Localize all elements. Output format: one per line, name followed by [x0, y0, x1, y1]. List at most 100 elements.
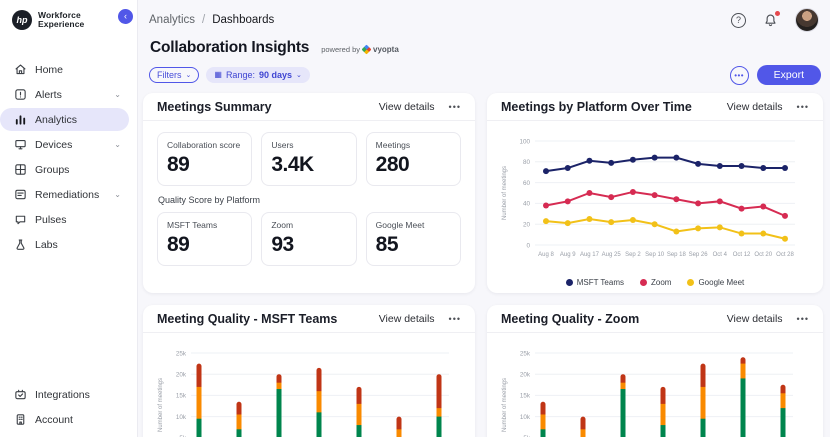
- svg-text:Number of meetings: Number of meetings: [502, 378, 508, 432]
- sidebar-item-label: Labs: [35, 238, 58, 251]
- view-details-link[interactable]: View details: [379, 101, 435, 113]
- filters-chip[interactable]: Filters ⌄: [149, 67, 200, 83]
- export-button[interactable]: Export: [756, 65, 821, 85]
- svg-text:60: 60: [523, 180, 531, 187]
- svg-text:Number of meetings: Number of meetings: [502, 166, 508, 220]
- card-menu-icon[interactable]: •••: [449, 314, 461, 324]
- card-menu-icon[interactable]: •••: [797, 102, 809, 112]
- breadcrumb-dashboards: Dashboards: [212, 14, 275, 26]
- card-title: Meeting Quality - Zoom: [501, 311, 640, 326]
- topbar-icons: ?: [731, 8, 819, 32]
- card-header: Meetings by Platform Over Time View deta…: [487, 93, 823, 121]
- legend-dot-icon: [687, 279, 695, 286]
- sidebar-collapse-button[interactable]: ‹: [118, 9, 133, 24]
- svg-text:Oct 28: Oct 28: [776, 252, 794, 258]
- svg-text:20: 20: [523, 222, 531, 229]
- card-header: Meeting Quality - MSFT Teams View detail…: [143, 305, 475, 333]
- notification-dot: [775, 10, 780, 16]
- breadcrumb-separator: /: [202, 14, 206, 26]
- card-header: Meetings Summary View details •••: [143, 93, 475, 121]
- sidebar-item-label: Analytics: [35, 113, 78, 126]
- card-platform-over-time: Meetings by Platform Over Time View deta…: [487, 93, 823, 293]
- card-meetings-summary: Meetings Summary View details ••• Collab…: [143, 93, 475, 293]
- sidebar-item-label: Home: [35, 63, 64, 76]
- stat-tile-msft-teams: MSFT Teams 89: [157, 212, 253, 266]
- sidebar-item-groups[interactable]: Groups: [0, 158, 129, 181]
- card-title: Meetings by Platform Over Time: [501, 99, 692, 114]
- sidebar-item-remediations[interactable]: Remediations ⌄: [0, 183, 129, 206]
- sidebar-item-account[interactable]: Account: [0, 408, 129, 431]
- svg-text:15k: 15k: [176, 393, 187, 400]
- integrations-icon: [14, 388, 27, 401]
- svg-text:Aug 17: Aug 17: [580, 252, 600, 258]
- legend-item: MSFT Teams: [565, 278, 624, 287]
- card-menu-icon[interactable]: •••: [797, 314, 809, 324]
- alert-square-icon: [14, 88, 27, 101]
- svg-text:Sep 10: Sep 10: [645, 252, 665, 258]
- avatar[interactable]: [795, 8, 819, 32]
- bar-chart-icon: [14, 113, 27, 126]
- vyopta-brand: vyopta: [373, 45, 399, 54]
- svg-text:Aug 8: Aug 8: [538, 252, 554, 258]
- sidebar-nav: Home Alerts ⌄ Analytics Devices ⌄ Groups…: [0, 58, 137, 256]
- chart-legend: MSFT Teams Zoom Google Meet: [499, 278, 811, 287]
- view-details-link[interactable]: View details: [727, 313, 783, 325]
- dashboard-grid: Meetings Summary View details ••• Collab…: [143, 93, 823, 437]
- view-details-link[interactable]: View details: [379, 313, 435, 325]
- sidebar-item-label: Pulses: [35, 213, 67, 226]
- legend-dot-icon: [565, 279, 573, 286]
- summary-body: Collaboration score 89 Users 3.4K Meetin…: [143, 121, 475, 266]
- sidebar-item-home[interactable]: Home: [0, 58, 129, 81]
- chevron-down-icon: ⌄: [114, 190, 121, 199]
- svg-text:15k: 15k: [520, 393, 531, 400]
- sidebar-item-analytics[interactable]: Analytics: [0, 108, 129, 131]
- chevron-down-icon: ⌄: [114, 140, 121, 149]
- card-quality-zoom: Meeting Quality - Zoom View details ••• …: [487, 305, 823, 437]
- flask-icon: [14, 238, 27, 251]
- svg-text:25k: 25k: [520, 350, 531, 357]
- sidebar-item-alerts[interactable]: Alerts ⌄: [0, 83, 129, 106]
- sidebar-item-label: Integrations: [35, 388, 90, 401]
- svg-text:Sep 2: Sep 2: [625, 252, 641, 258]
- svg-text:40: 40: [523, 201, 531, 208]
- line-chart: 0 20 40 60 80 100 Aug 8 Aug 9 Aug 17 Aug 25 Sep 2 S…: [502, 138, 795, 258]
- stat-value: 280: [375, 153, 410, 176]
- help-icon[interactable]: ?: [731, 12, 746, 28]
- hp-logo-icon: hp: [12, 10, 32, 30]
- quality-score-section-label: Quality Score by Platform: [158, 195, 261, 205]
- svg-text:20k: 20k: [176, 372, 187, 379]
- bar-chart-body: 5k10k15k20k25kNumber of meetings: [487, 333, 823, 437]
- more-actions-button[interactable]: •••: [729, 65, 749, 85]
- range-value: 90 days: [258, 70, 292, 80]
- sidebar-footer: Integrations Account: [0, 383, 137, 437]
- stat-tile-meetings: Meetings 280: [365, 132, 461, 186]
- chevron-down-icon: ⌄: [185, 72, 192, 79]
- breadcrumb-analytics[interactable]: Analytics: [149, 14, 195, 26]
- title-row: Collaboration Insights powered by vyopta: [143, 32, 823, 63]
- calendar-icon: ▦: [214, 70, 222, 79]
- stat-value: 89: [167, 233, 190, 256]
- svg-text:Oct 4: Oct 4: [713, 252, 728, 258]
- sidebar-item-label: Alerts: [35, 88, 62, 101]
- range-chip[interactable]: ▦ Range: 90 days ⌄: [206, 67, 310, 83]
- stat-tile-users: Users 3.4K: [261, 132, 357, 186]
- svg-text:Number of meetings: Number of meetings: [158, 378, 164, 432]
- chevron-down-icon: ⌄: [296, 72, 302, 79]
- sidebar-item-pulses[interactable]: Pulses: [0, 208, 129, 231]
- sidebar-item-devices[interactable]: Devices ⌄: [0, 133, 129, 156]
- svg-text:80: 80: [523, 159, 531, 166]
- breadcrumb: Analytics / Dashboards: [149, 14, 274, 26]
- monitor-icon: [14, 138, 27, 151]
- svg-text:10k: 10k: [176, 414, 187, 421]
- sidebar-item-integrations[interactable]: Integrations: [0, 383, 129, 406]
- bar-chart-body: 5k10k15k20k25kNumber of meetings: [143, 333, 475, 437]
- view-details-link[interactable]: View details: [727, 101, 783, 113]
- sidebar-item-labs[interactable]: Labs: [0, 233, 129, 256]
- page-title: Collaboration Insights: [150, 39, 310, 56]
- brand-name: Workforce Experience: [38, 9, 85, 29]
- notifications-button[interactable]: [763, 10, 780, 28]
- legend-item: Google Meet: [687, 278, 744, 287]
- main-content: Analytics / Dashboards ? Collaboration I…: [138, 0, 830, 437]
- card-menu-icon[interactable]: •••: [449, 102, 461, 112]
- home-icon: [14, 63, 27, 76]
